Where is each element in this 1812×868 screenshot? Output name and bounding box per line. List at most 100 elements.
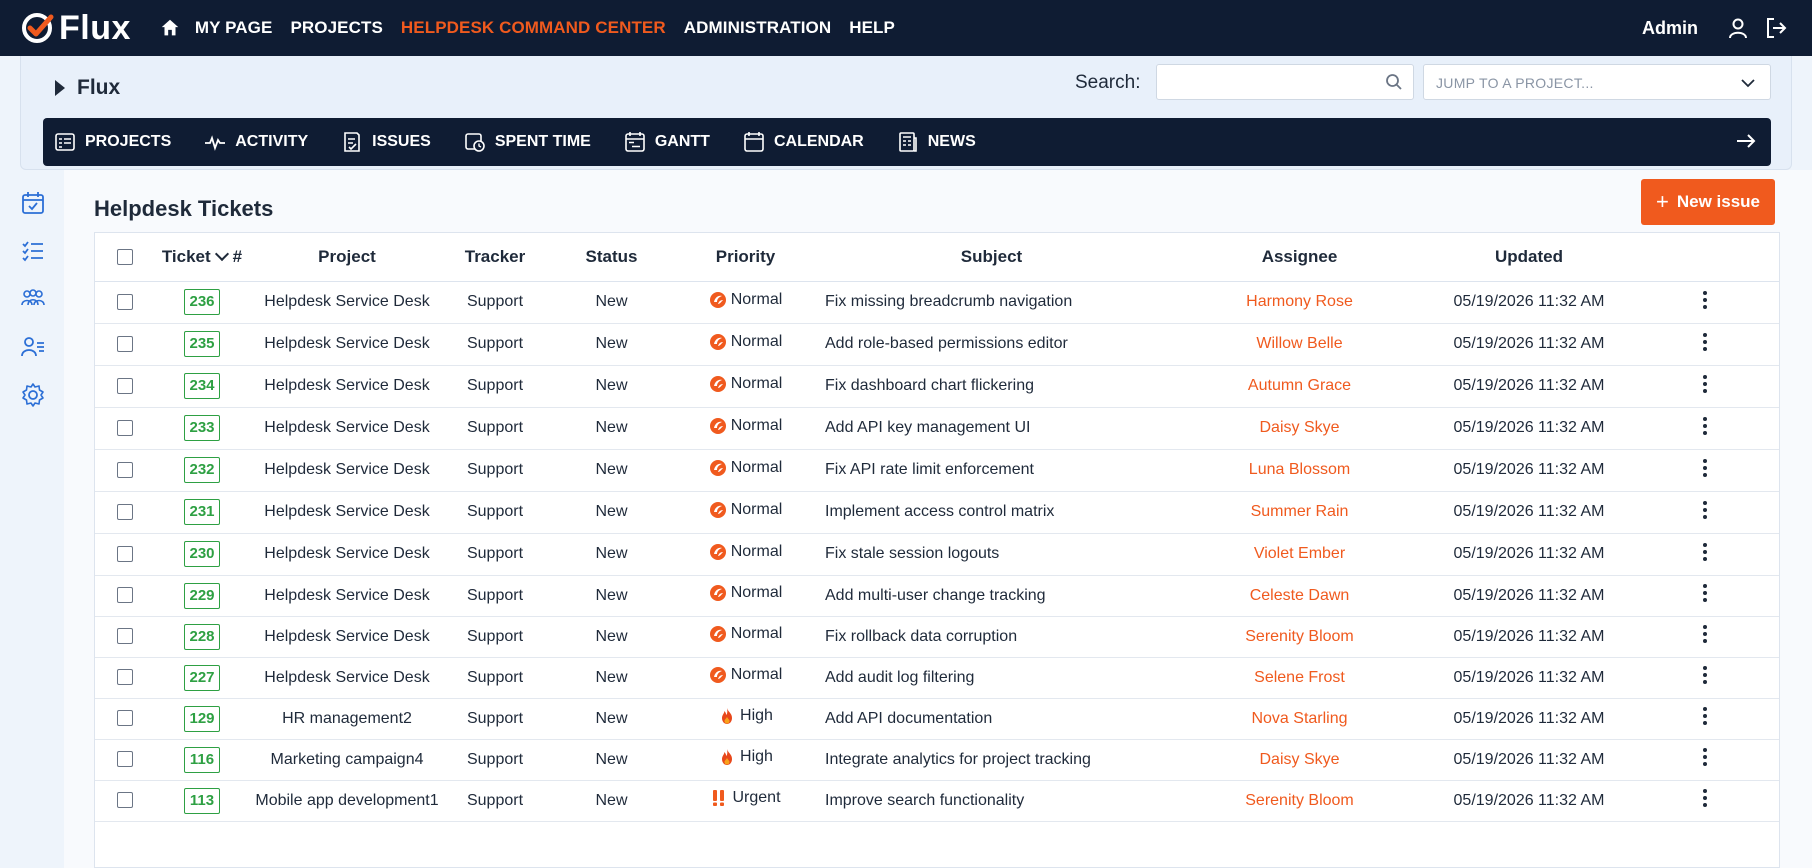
assignee-cell[interactable]: Violet Ember	[1170, 533, 1429, 576]
header-ticket[interactable]: Ticket #	[155, 233, 249, 282]
gear-icon[interactable]	[20, 382, 46, 408]
nav-administration[interactable]: ADMINISTRATION	[684, 18, 831, 38]
assignee-cell[interactable]: Daisy Skye	[1170, 407, 1429, 450]
table-row[interactable]: 234 Helpdesk Service Desk Support New Normal…	[95, 365, 1779, 408]
header-assignee[interactable]: Assignee	[1170, 233, 1429, 282]
search-icon[interactable]	[1385, 73, 1403, 91]
project-title[interactable]: Flux	[55, 76, 120, 100]
table-row[interactable]: 233 Helpdesk Service Desk Support New Normal…	[95, 407, 1779, 450]
row-checkbox[interactable]	[117, 587, 133, 604]
home-icon[interactable]	[159, 17, 181, 39]
assignee-cell[interactable]: Nova Starling	[1170, 698, 1429, 740]
row-checkbox[interactable]	[117, 335, 133, 352]
table-row[interactable]: 230 Helpdesk Service Desk Support New Normal…	[95, 533, 1779, 576]
project-cell[interactable]: Helpdesk Service Desk	[249, 407, 445, 450]
menu-gantt[interactable]: GANTT	[623, 130, 710, 154]
more-options-icon[interactable]	[1703, 707, 1707, 725]
more-options-icon[interactable]	[1703, 416, 1707, 435]
more-options-icon[interactable]	[1703, 374, 1707, 393]
ticket-id-badge[interactable]: 229	[184, 582, 220, 609]
table-row[interactable]: 231 Helpdesk Service Desk Support New Normal…	[95, 491, 1779, 534]
project-cell[interactable]: Mobile app development1	[249, 780, 445, 822]
table-row[interactable]: 113 Mobile app development1 Support New Urge…	[95, 780, 1779, 822]
ticket-id-badge[interactable]: 228	[184, 623, 220, 650]
project-cell[interactable]: Helpdesk Service Desk	[249, 616, 445, 658]
subject-cell[interactable]: Add audit log filtering	[813, 657, 1170, 699]
project-cell[interactable]: Helpdesk Service Desk	[249, 657, 445, 699]
more-options-icon[interactable]	[1703, 789, 1707, 807]
calendar-check-icon[interactable]	[20, 190, 46, 216]
row-checkbox[interactable]	[117, 293, 133, 310]
assignee-cell[interactable]: Daisy Skye	[1170, 739, 1429, 781]
user-icon[interactable]	[1726, 16, 1750, 40]
header-subject[interactable]: Subject	[813, 233, 1170, 282]
project-cell[interactable]: Helpdesk Service Desk	[249, 365, 445, 408]
more-options-icon[interactable]	[1703, 290, 1707, 309]
header-tracker[interactable]: Tracker	[445, 233, 545, 282]
logo[interactable]: Flux	[20, 0, 131, 56]
project-cell[interactable]: Helpdesk Service Desk	[249, 533, 445, 576]
row-checkbox[interactable]	[117, 461, 133, 478]
subject-cell[interactable]: Fix missing breadcrumb navigation	[813, 281, 1170, 324]
ticket-id-badge[interactable]: 233	[184, 415, 220, 441]
row-checkbox[interactable]	[117, 628, 133, 645]
table-row[interactable]: 116 Marketing campaign4 Support New High Inte…	[95, 739, 1779, 781]
expand-triangle-icon[interactable]	[55, 80, 65, 96]
row-checkbox[interactable]	[117, 751, 133, 768]
subject-cell[interactable]: Integrate analytics for project tracking	[813, 739, 1170, 781]
subject-cell[interactable]: Add API documentation	[813, 698, 1170, 740]
project-cell[interactable]: Helpdesk Service Desk	[249, 449, 445, 492]
table-row[interactable]: 227 Helpdesk Service Desk Support New Normal…	[95, 657, 1779, 699]
ticket-id-badge[interactable]: 235	[184, 331, 220, 357]
more-options-icon[interactable]	[1703, 625, 1707, 643]
assignee-cell[interactable]: Selene Frost	[1170, 657, 1429, 699]
row-checkbox[interactable]	[117, 669, 133, 686]
menu-news[interactable]: NEWS	[896, 130, 976, 154]
more-options-icon[interactable]	[1703, 666, 1707, 684]
more-options-icon[interactable]	[1703, 332, 1707, 351]
assignee-cell[interactable]: Willow Belle	[1170, 323, 1429, 366]
ticket-id-badge[interactable]: 116	[184, 746, 220, 773]
more-options-icon[interactable]	[1703, 458, 1707, 477]
ticket-id-badge[interactable]: 129	[184, 705, 220, 732]
table-row[interactable]: 232 Helpdesk Service Desk Support New Normal…	[95, 449, 1779, 492]
checklist-icon[interactable]	[20, 238, 46, 264]
select-all-checkbox[interactable]	[117, 249, 133, 266]
nav-help[interactable]: HELP	[849, 18, 895, 38]
logout-icon[interactable]	[1764, 16, 1788, 40]
more-options-icon[interactable]	[1703, 500, 1707, 519]
ticket-id-badge[interactable]: 234	[184, 373, 220, 399]
nav-helpdesk-command-center[interactable]: HELPDESK COMMAND CENTER	[401, 18, 666, 38]
assignee-cell[interactable]: Summer Rain	[1170, 491, 1429, 534]
more-options-icon[interactable]	[1703, 748, 1707, 766]
nav-projects[interactable]: PROJECTS	[290, 18, 382, 38]
assignee-cell[interactable]: Autumn Grace	[1170, 365, 1429, 408]
row-checkbox[interactable]	[117, 792, 133, 809]
ticket-id-badge[interactable]: 227	[184, 664, 220, 691]
nav-my-page[interactable]: MY PAGE	[195, 18, 273, 38]
ticket-id-badge[interactable]: 236	[184, 289, 220, 315]
project-cell[interactable]: Helpdesk Service Desk	[249, 281, 445, 324]
row-checkbox[interactable]	[117, 503, 133, 520]
more-options-icon[interactable]	[1703, 542, 1707, 561]
user-list-icon[interactable]	[20, 334, 46, 360]
menu-issues[interactable]: ISSUES	[340, 130, 431, 154]
assignee-cell[interactable]: Celeste Dawn	[1170, 575, 1429, 617]
header-status[interactable]: Status	[545, 233, 678, 282]
subject-cell[interactable]: Fix stale session logouts	[813, 533, 1170, 576]
header-priority[interactable]: Priority	[678, 233, 813, 282]
header-updated[interactable]: Updated	[1429, 233, 1629, 282]
ticket-id-badge[interactable]: 230	[184, 541, 220, 567]
assignee-cell[interactable]: Serenity Bloom	[1170, 616, 1429, 658]
search-input[interactable]	[1157, 65, 1367, 99]
ticket-id-badge[interactable]: 231	[184, 499, 220, 525]
subject-cell[interactable]: Implement access control matrix	[813, 491, 1170, 534]
row-checkbox[interactable]	[117, 545, 133, 562]
subject-cell[interactable]: Fix API rate limit enforcement	[813, 449, 1170, 492]
project-cell[interactable]: Helpdesk Service Desk	[249, 491, 445, 534]
subject-cell[interactable]: Add API key management UI	[813, 407, 1170, 450]
menu-spent-time[interactable]: SPENT TIME	[463, 130, 591, 154]
ticket-id-badge[interactable]: 113	[184, 787, 220, 814]
subject-cell[interactable]: Improve search functionality	[813, 780, 1170, 822]
subject-cell[interactable]: Add role-based permissions editor	[813, 323, 1170, 366]
